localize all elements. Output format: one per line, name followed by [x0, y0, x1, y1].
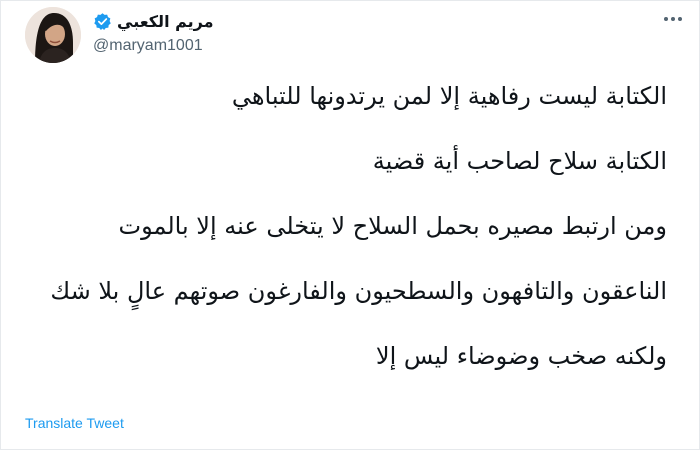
tweet-paragraph: الكتابة سلاح لصاحب أية قضية [372, 147, 667, 175]
more-dot [678, 17, 682, 21]
more-horizontal-icon[interactable] [659, 9, 687, 29]
tweet-text: الكتابة ليست رفاهية إلا لمن يرتدونها للت… [47, 81, 667, 371]
more-dot [671, 17, 675, 21]
translate-tweet-link[interactable]: Translate Tweet [25, 415, 124, 431]
avatar[interactable] [25, 7, 81, 63]
more-dot [664, 17, 668, 21]
tweet-paragraph: ولكنه صخب وضوضاء ليس إلا [375, 342, 667, 370]
tweet-paragraph: الكتابة ليست رفاهية إلا لمن يرتدونها للت… [231, 82, 667, 110]
name-row: مريم الكعبي [93, 9, 214, 33]
tweet-paragraph: ومن ارتبط مصيره بحمل السلاح لا يتخلى عنه… [118, 212, 668, 240]
verified-badge-icon [93, 12, 112, 31]
user-handle[interactable]: @maryam1001 [93, 37, 214, 55]
tweet-paragraph: الناعقون والتافهون والسطحيون والفارغون ص… [50, 277, 667, 305]
display-name[interactable]: مريم الكعبي [117, 12, 214, 31]
user-info: مريم الكعبي @maryam1001 [93, 9, 214, 55]
tweet-card: مريم الكعبي @maryam1001 الكتابة ليست رفا… [0, 0, 700, 450]
avatar-image [25, 7, 81, 63]
